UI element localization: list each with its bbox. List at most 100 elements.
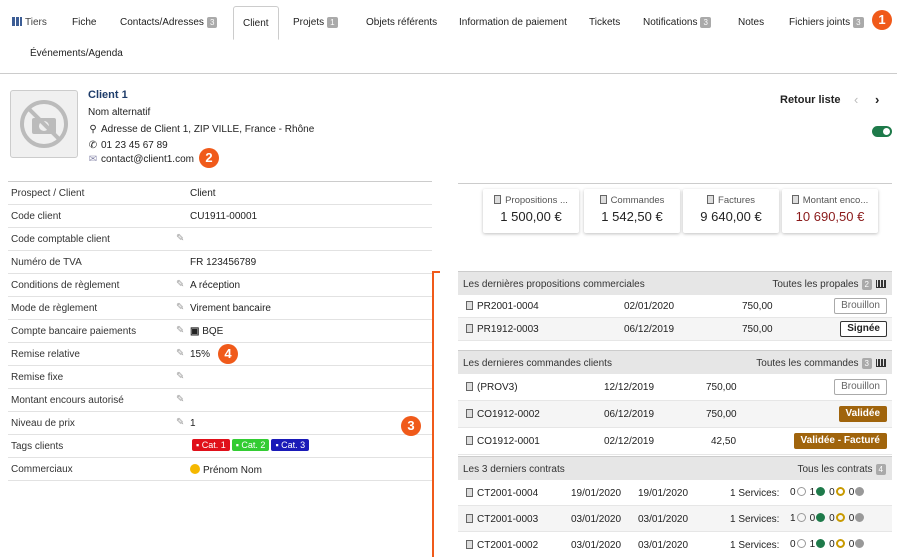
tab-bar: Tiers Fiche Contacts/Adresses 3 Client Pr… <box>0 0 897 74</box>
field-row: Code comptable client ✎ <box>8 228 432 251</box>
tab-tiers[interactable]: Tiers <box>12 10 47 36</box>
tab-fiche[interactable]: Fiche <box>72 10 96 36</box>
building-icon <box>12 17 22 26</box>
stat-propositions[interactable]: Propositions ... 1 500,00 € <box>483 189 579 233</box>
edit-pencil-icon[interactable]: ✎ <box>176 371 184 382</box>
tab-information-paiement[interactable]: Information de paiement <box>459 10 567 36</box>
tab-projets[interactable]: Projets 1 <box>293 10 338 36</box>
table-row: CT2001-0003 03/01/2020 03/01/2020 1 Serv… <box>458 506 892 532</box>
edit-pencil-icon[interactable]: ✎ <box>176 394 184 405</box>
status-badge: Validée <box>838 406 887 422</box>
tab-client[interactable]: Client <box>233 6 279 40</box>
back-to-list-link[interactable]: Retour liste <box>780 94 841 106</box>
tag-cat-1[interactable]: ▪ Cat. 1 <box>192 439 230 451</box>
field-row: Compte bancaire paiements ✎ ▣ BQE <box>8 320 432 343</box>
order-ref-link[interactable]: CO1912-0001 <box>466 436 540 447</box>
document-icon <box>466 436 473 445</box>
document-icon <box>466 324 473 333</box>
user-smiley-icon <box>190 464 200 474</box>
edit-pencil-icon[interactable]: ✎ <box>176 325 184 336</box>
map-pin-icon: ⚲ <box>89 124 97 135</box>
tag-cat-2[interactable]: ▪ Cat. 2 <box>231 439 270 451</box>
panel-header: Les dernieres commandes clients Toutes l… <box>458 350 892 374</box>
count-badge: 3 <box>700 16 711 28</box>
next-record-button[interactable]: › <box>875 92 879 107</box>
stat-commandes[interactable]: Commandes 1 542,50 € <box>584 189 680 233</box>
callout-marker-4: 4 <box>218 344 238 364</box>
tab-contacts[interactable]: Contacts/Adresses 3 <box>120 10 218 36</box>
order-ref-link[interactable]: CO1912-0002 <box>466 409 540 420</box>
stat-montant-encours[interactable]: Montant enco... 10 690,50 € <box>782 189 878 233</box>
stat-factures[interactable]: Factures 9 640,00 € <box>683 189 779 233</box>
document-icon <box>466 409 473 418</box>
customer-fields-table: Prospect / Client Client Code client CU191… <box>8 181 432 481</box>
running-status-icon <box>816 513 826 522</box>
document-icon <box>466 540 473 549</box>
proposal-ref-link[interactable]: PR1912-0003 <box>466 324 539 335</box>
document-icon <box>707 195 715 204</box>
callout-marker-1: 1 <box>872 10 892 30</box>
status-toggle[interactable] <box>872 126 892 137</box>
panel-header: Les 3 derniers contrats Tous les contrat… <box>458 456 892 480</box>
closed-status-icon <box>855 487 865 496</box>
tag-cat-3[interactable]: ▪ Cat. 3 <box>271 439 310 451</box>
inactive-status-icon <box>796 513 806 522</box>
document-icon <box>466 301 473 310</box>
client-name: Client 1 <box>88 89 128 101</box>
count-badge: 3 <box>206 16 218 28</box>
status-badge: Brouillon <box>834 379 887 395</box>
contract-ref-link[interactable]: CT2001-0002 <box>466 540 538 551</box>
recent-proposals-panel: Les dernières propositions commerciales … <box>458 271 892 341</box>
client-email[interactable]: ✉ contact@client1.com <box>88 154 194 165</box>
status-badge: Validée - Facturé <box>793 433 887 449</box>
expired-status-icon <box>835 513 845 522</box>
table-row: CT2001-0002 03/01/2020 03/01/2020 1 Serv… <box>458 532 892 557</box>
recent-orders-panel: Les dernieres commandes clients Toutes l… <box>458 350 892 455</box>
callout-marker-2: 2 <box>199 148 219 168</box>
tab-objets-referents[interactable]: Objets référents <box>366 10 437 36</box>
field-row: Tags clients ▪ Cat. 1 ▪ Cat. 2 ▪ Cat. 3 <box>8 435 432 458</box>
count-badge: 1 <box>327 16 338 28</box>
edit-pencil-icon[interactable]: ✎ <box>176 279 184 290</box>
tab-fichiers-joints[interactable]: Fichiers joints 3 <box>789 10 864 36</box>
status-badge: Signée <box>840 321 887 337</box>
callout-marker-3: 3 <box>401 416 421 436</box>
edit-pencil-icon[interactable]: ✎ <box>176 233 184 244</box>
closed-status-icon <box>855 539 865 548</box>
chart-icon <box>876 359 886 368</box>
contract-ref-link[interactable]: CT2001-0004 <box>466 488 538 499</box>
alternative-name: Nom alternatif <box>88 107 151 118</box>
edit-pencil-icon[interactable]: ✎ <box>176 302 184 313</box>
all-proposals-link[interactable]: Toutes les propales 2 <box>772 279 886 290</box>
tab-evenements-agenda[interactable]: Événements/Agenda <box>30 48 123 59</box>
document-icon <box>599 195 607 204</box>
service-status-indicators: 1000 <box>790 513 868 524</box>
document-icon <box>494 195 502 204</box>
recent-contracts-panel: Les 3 derniers contrats Tous les contrat… <box>458 456 892 557</box>
tag-list: ▪ Cat. 1 ▪ Cat. 2 ▪ Cat. 3 <box>192 439 311 451</box>
order-ref-link[interactable]: (PROV3) <box>466 382 518 393</box>
previous-record-button[interactable]: ‹ <box>854 92 858 107</box>
table-row: PR1912-0003 06/12/2019 750,00 Signée <box>458 318 892 341</box>
avatar <box>10 90 78 158</box>
email-icon: ✉ <box>88 154 98 165</box>
service-status-indicators: 0100 <box>790 487 868 498</box>
contract-ref-link[interactable]: CT2001-0003 <box>466 514 538 525</box>
document-icon <box>791 195 799 204</box>
expired-status-icon <box>835 487 845 496</box>
tab-notes[interactable]: Notes <box>738 10 764 36</box>
stats-divider <box>458 183 892 184</box>
inactive-status-icon <box>796 487 806 496</box>
proposal-ref-link[interactable]: PR2001-0004 <box>466 301 539 312</box>
edit-pencil-icon[interactable]: ✎ <box>176 348 184 359</box>
callout-bracket <box>432 271 440 557</box>
edit-pencil-icon[interactable]: ✎ <box>176 417 184 428</box>
all-contracts-link[interactable]: Tous les contrats 4 <box>798 464 886 475</box>
sales-rep-link[interactable]: Prénom Nom <box>203 465 262 476</box>
field-row: Code client CU1911-00001 <box>8 205 432 228</box>
inactive-status-icon <box>796 539 806 548</box>
tab-tickets[interactable]: Tickets <box>589 10 620 36</box>
table-row: CO1912-0001 02/12/2019 42,50 Validée - F… <box>458 428 892 455</box>
all-orders-link[interactable]: Toutes les commandes 3 <box>756 358 886 369</box>
tab-notifications[interactable]: Notifications 3 <box>643 10 711 36</box>
